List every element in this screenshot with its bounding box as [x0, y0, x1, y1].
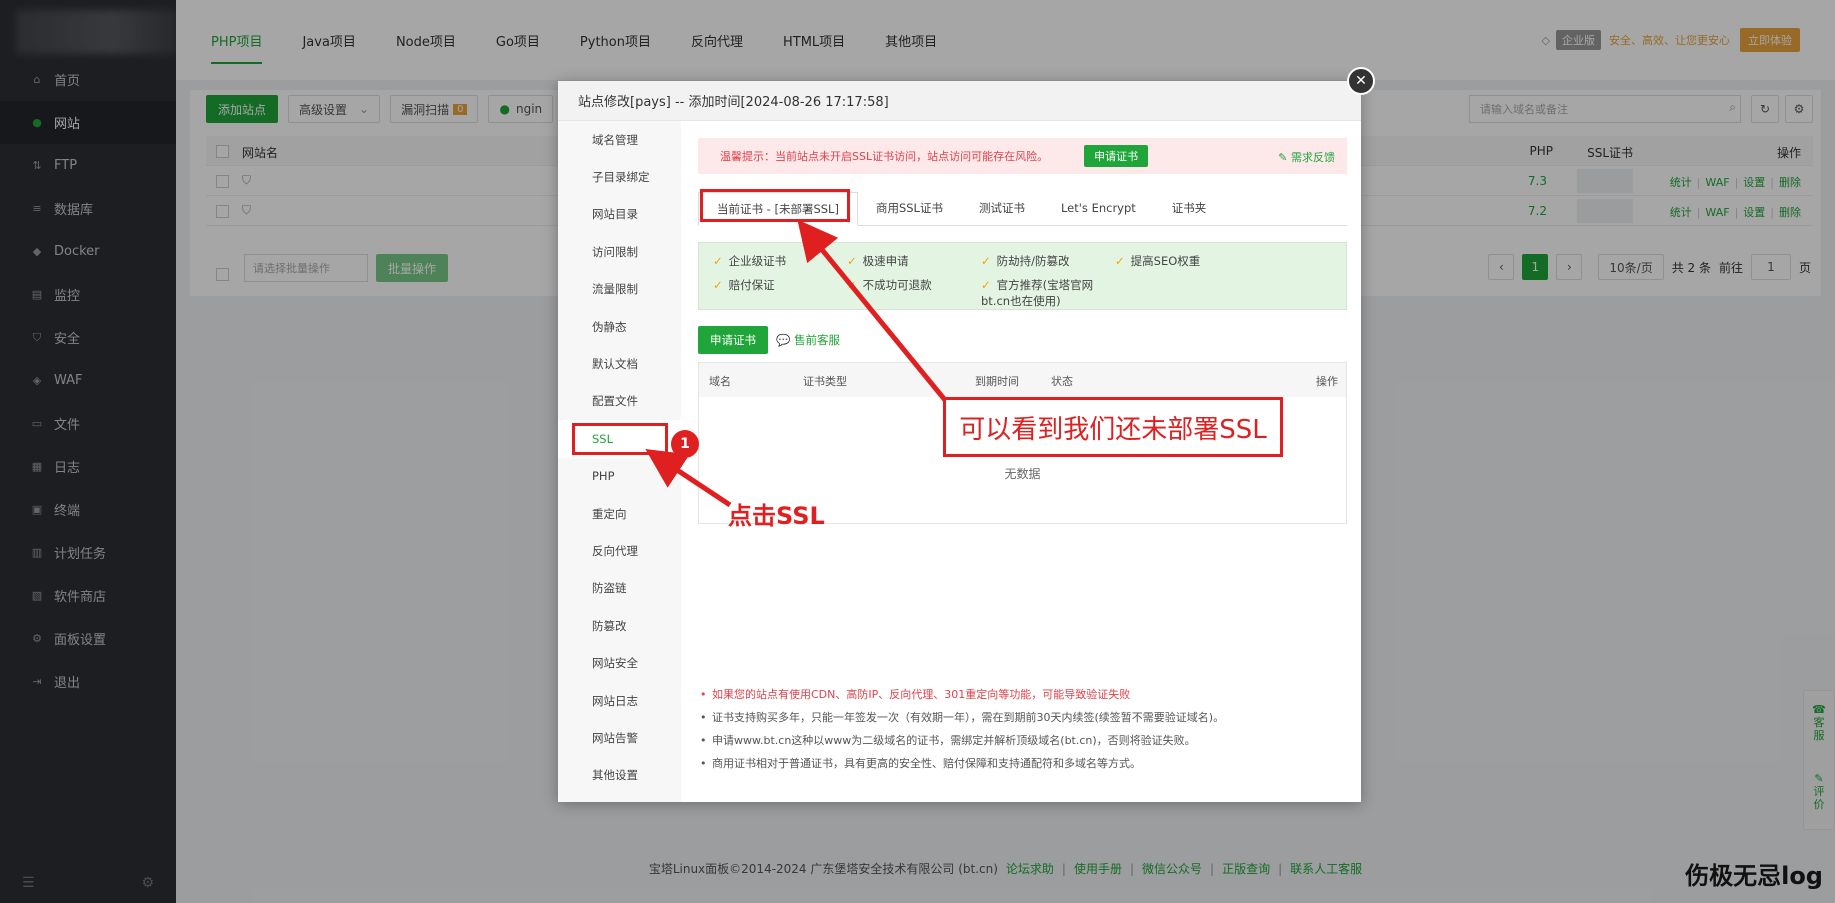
annotation-arrows	[645, 219, 947, 508]
annotation-not-deployed: 可以看到我们还未部署SSL	[943, 397, 1283, 457]
arrow-to-ssl-menu	[645, 448, 732, 508]
highlight-ssl-menu	[572, 423, 668, 455]
step-badge: 1	[671, 430, 699, 458]
watermark: 伤极无忌log	[1685, 862, 1823, 890]
highlight-current-cert-tab	[700, 189, 850, 222]
arrow-to-current-cert	[797, 219, 947, 402]
annotation-click-ssl: 点击SSL	[728, 502, 825, 530]
